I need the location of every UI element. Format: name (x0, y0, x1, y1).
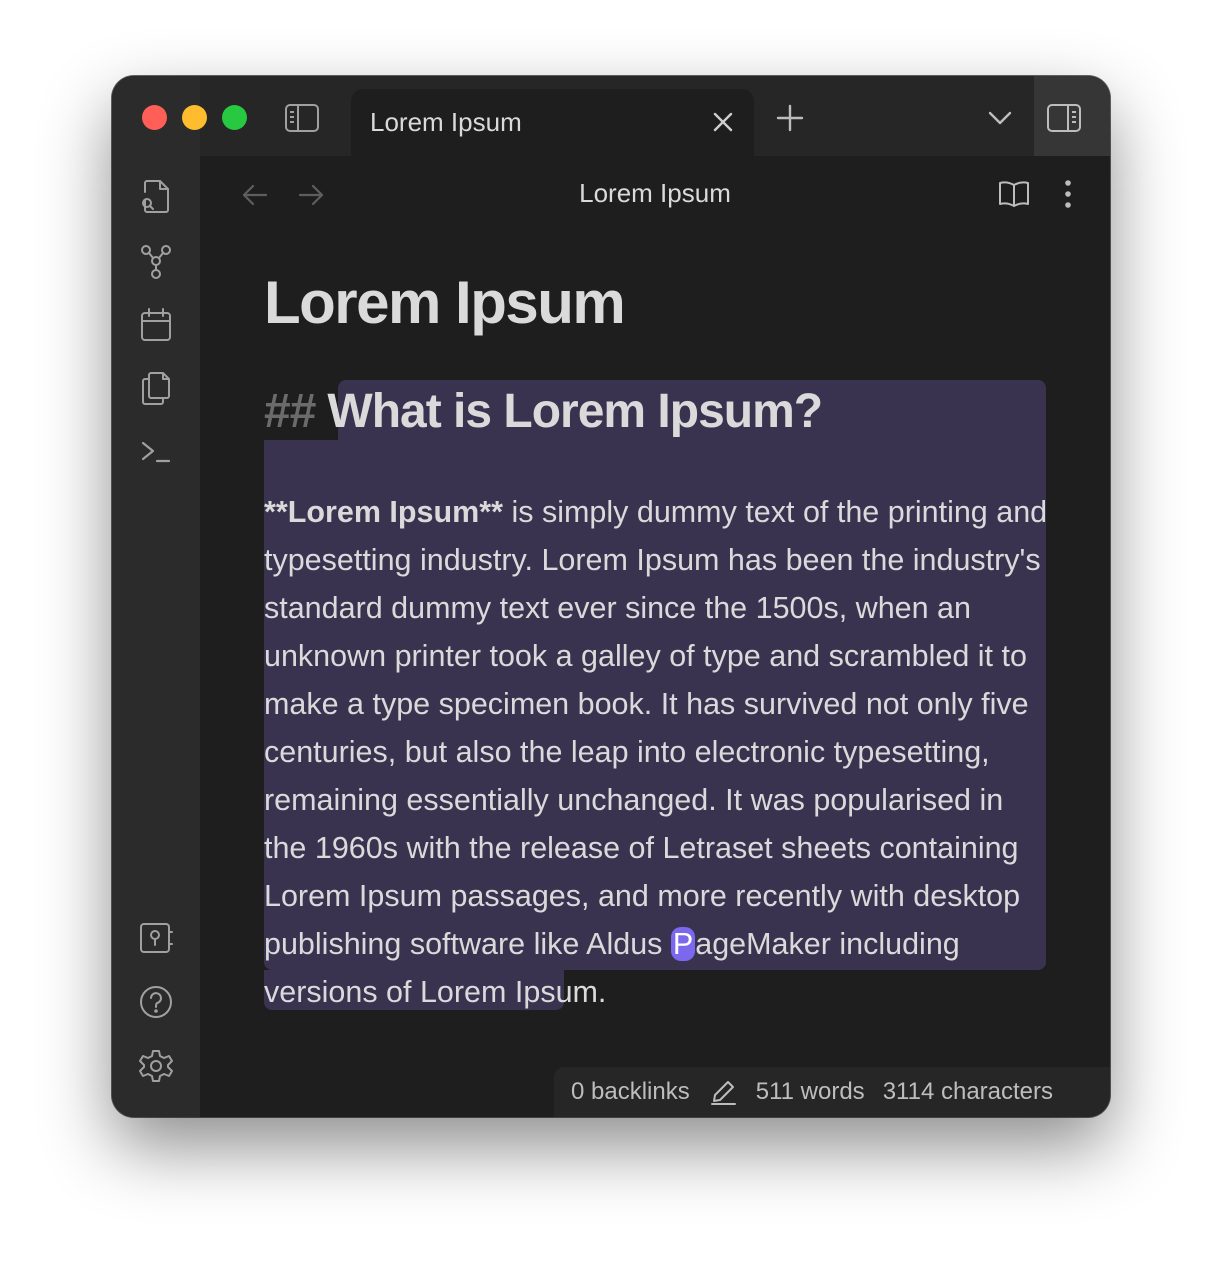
help-icon[interactable] (136, 982, 176, 1022)
edit-mode-icon[interactable] (708, 1077, 738, 1107)
title-bar: Lorem Ipsum (112, 76, 1110, 156)
close-window-button[interactable] (142, 105, 167, 130)
left-ribbon (112, 156, 200, 1117)
bold-text: **Lorem Ipsum** (264, 495, 503, 529)
calendar-icon[interactable] (136, 305, 176, 345)
heading-marker: ## (264, 385, 316, 438)
close-icon[interactable] (710, 109, 736, 135)
app-window: Lorem Ipsum Lorem Ipsum Lorem Ipsum ## W… (112, 76, 1110, 1117)
backlinks-count[interactable]: 0 backlinks (571, 1078, 690, 1106)
terminal-icon[interactable] (136, 432, 176, 472)
paragraph-text: is simply dummy text of the printing and… (264, 495, 1048, 961)
chevron-down-icon[interactable] (982, 102, 1018, 134)
note-header-title: Lorem Ipsum (579, 178, 731, 208)
heading-2[interactable]: ## What is Lorem Ipsum? (264, 384, 823, 439)
status-bar: 0 backlinks 511 words 3114 characters (554, 1067, 1110, 1117)
search-file-icon[interactable] (136, 176, 176, 216)
more-options-icon[interactable] (1052, 176, 1084, 212)
note-content[interactable]: Lorem Ipsum ## What is Lorem Ipsum? **Lor… (264, 232, 1054, 1117)
graph-icon[interactable] (136, 241, 176, 281)
tab-title: Lorem Ipsum (370, 107, 522, 137)
heading-2-text: What is Lorem Ipsum? (327, 385, 823, 438)
character-count: 3114 characters (882, 1078, 1054, 1105)
settings-icon[interactable] (136, 1046, 176, 1086)
paragraph[interactable]: **Lorem Ipsum** is simply dummy text of … (264, 488, 1054, 1016)
maximize-window-button[interactable] (222, 105, 247, 130)
tab-lorem-ipsum[interactable]: Lorem Ipsum (351, 89, 754, 156)
note-header: Lorem Ipsum (200, 156, 1110, 232)
minimize-window-button[interactable] (182, 105, 207, 130)
text-cursor: P (670, 927, 696, 961)
plus-icon[interactable] (772, 100, 808, 136)
right-sidebar-toggle-icon[interactable] (1044, 98, 1084, 138)
word-count: 511 words (755, 1078, 865, 1105)
note-title: Lorem Ipsum (264, 269, 626, 336)
reading-view-icon[interactable] (994, 176, 1034, 212)
vault-icon[interactable] (136, 918, 176, 958)
left-sidebar-toggle-icon[interactable] (282, 98, 322, 138)
copy-icon[interactable] (136, 368, 176, 408)
